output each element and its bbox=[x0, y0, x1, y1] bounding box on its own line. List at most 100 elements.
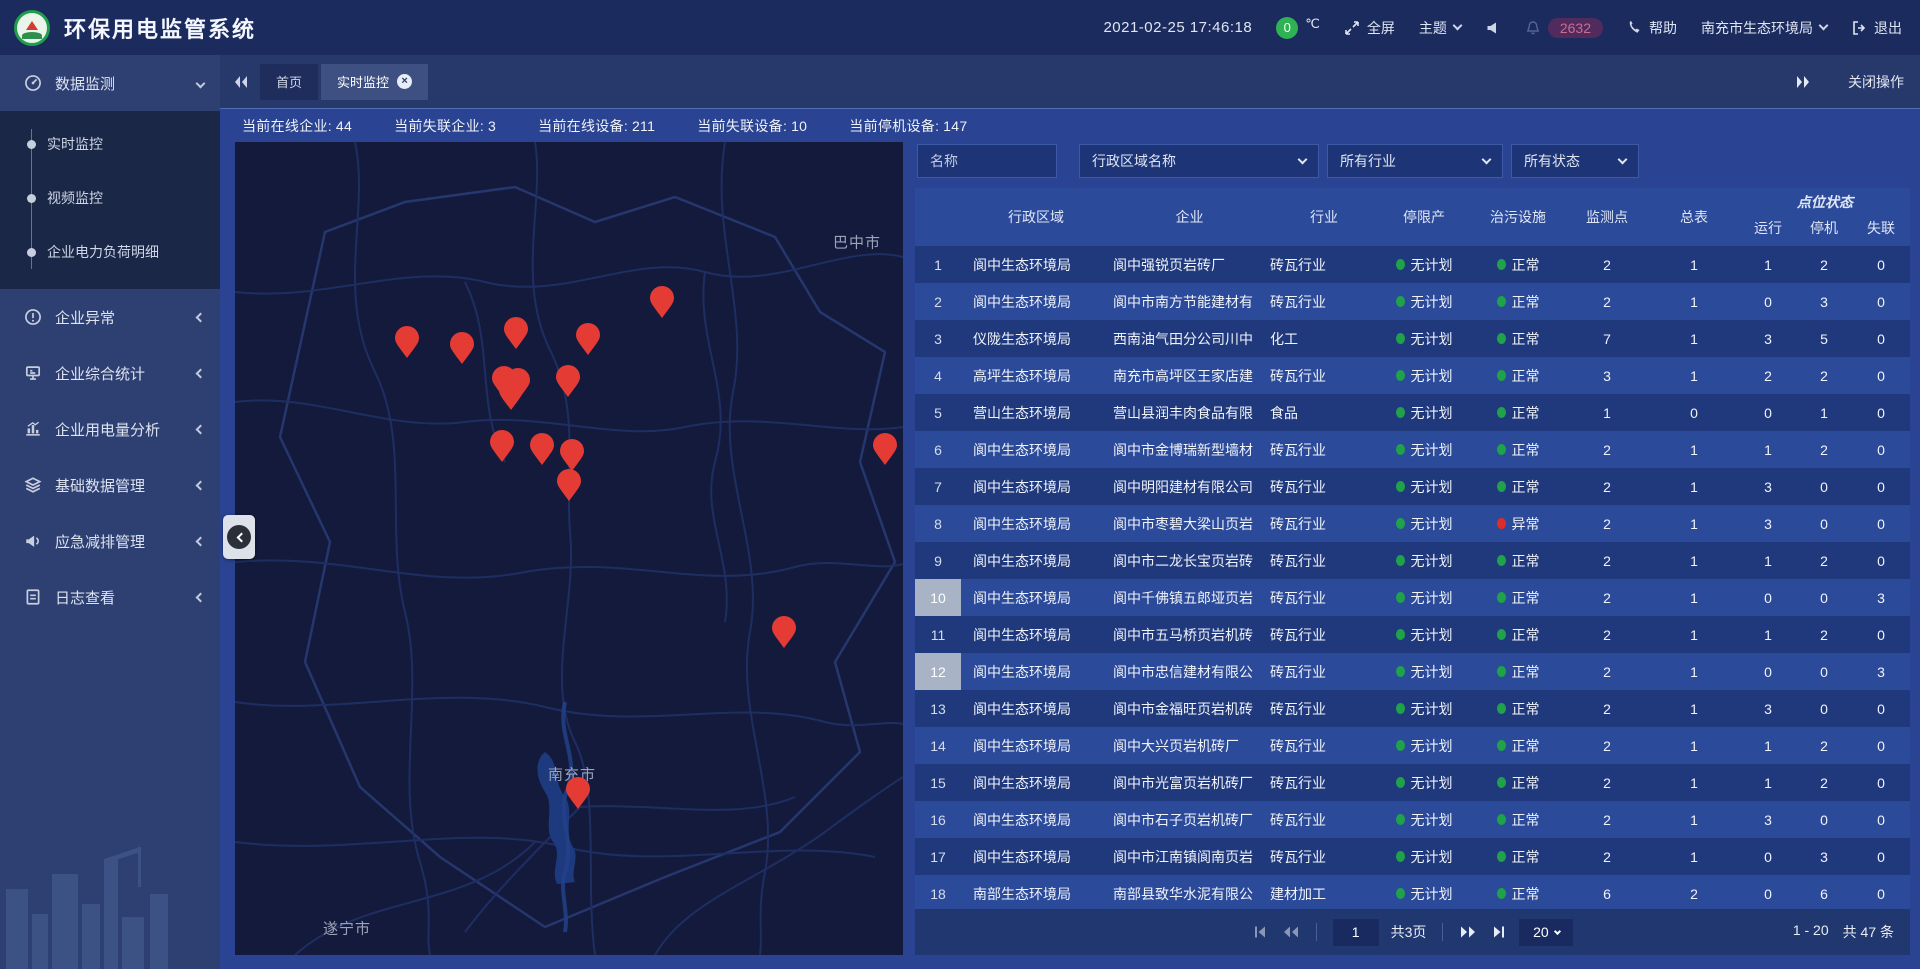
filter-bar: 行政区域名称 所有行业 所有状态 bbox=[917, 144, 1910, 178]
cell-stop: 1 bbox=[1796, 405, 1852, 421]
status-dot-icon bbox=[1396, 370, 1405, 381]
tab-home[interactable]: 首页 bbox=[260, 64, 318, 100]
page-number-input[interactable]: 1 bbox=[1333, 919, 1379, 946]
table-row[interactable]: 2 阆中生态环境局 阆中市南方节能建材有 砖瓦行业 无计划 正常 2 1 0 3… bbox=[915, 283, 1910, 320]
table-row[interactable]: 5 营山生态环境局 营山县润丰肉食品有限 食品 无计划 正常 1 0 0 1 0 bbox=[915, 394, 1910, 431]
sidebar-item-base-data[interactable]: 基础数据管理 bbox=[0, 457, 220, 513]
mute-button[interactable] bbox=[1485, 20, 1501, 36]
panel-collapse-handle[interactable] bbox=[223, 515, 255, 559]
status-dot-icon bbox=[1396, 740, 1405, 751]
status-dot-icon bbox=[1497, 444, 1506, 455]
status-dot-icon bbox=[1396, 703, 1405, 714]
cell-industry: 砖瓦行业 bbox=[1266, 514, 1378, 534]
map-pin[interactable] bbox=[575, 323, 601, 355]
cell-points: 2 bbox=[1566, 516, 1648, 532]
chevron-down-icon bbox=[1482, 154, 1492, 164]
map-pin[interactable] bbox=[489, 430, 515, 462]
map-pin[interactable] bbox=[565, 777, 591, 809]
app-title: 环保用电监管系统 bbox=[64, 12, 256, 44]
table-row[interactable]: 13 阆中生态环境局 阆中市金福旺页岩机砖 砖瓦行业 无计划 正常 2 1 3 … bbox=[915, 690, 1910, 727]
help-button[interactable]: 帮助 bbox=[1627, 18, 1677, 38]
status-dot-icon bbox=[1396, 407, 1405, 418]
close-operations-button[interactable]: 关闭操作 bbox=[1848, 72, 1904, 92]
status-dot-icon bbox=[1396, 592, 1405, 603]
sidebar-item-log-view[interactable]: 日志查看 bbox=[0, 569, 220, 625]
cell-index: 7 bbox=[915, 468, 961, 505]
sidebar: 数据监测 实时监控 视频监控 企业电力负荷明细 企业异常 企业综合统计 bbox=[0, 55, 220, 969]
cell-facility-status: 正常 bbox=[1470, 292, 1566, 312]
table-row[interactable]: 16 阆中生态环境局 阆中市石子页岩机砖厂 砖瓦行业 无计划 正常 2 1 3 … bbox=[915, 801, 1910, 838]
table-row[interactable]: 10 阆中生态环境局 阆中千佛镇五郎垭页岩 砖瓦行业 无计划 正常 2 1 0 … bbox=[915, 579, 1910, 616]
tabs-scroll-right-icon[interactable] bbox=[1794, 74, 1812, 90]
next-page-icon[interactable] bbox=[1459, 924, 1478, 940]
map-pin[interactable] bbox=[771, 616, 797, 648]
logout-button[interactable]: 退出 bbox=[1851, 18, 1902, 38]
org-dropdown[interactable]: 南充市生态环境局 bbox=[1701, 18, 1827, 38]
map-pin[interactable] bbox=[394, 326, 420, 358]
theme-dropdown[interactable]: 主题 bbox=[1419, 18, 1461, 38]
table-row[interactable]: 9 阆中生态环境局 阆中市二龙长宝页岩砖 砖瓦行业 无计划 正常 2 1 1 2… bbox=[915, 542, 1910, 579]
first-page-icon[interactable] bbox=[1252, 924, 1269, 940]
map-pin[interactable] bbox=[449, 332, 475, 364]
cell-run: 0 bbox=[1740, 849, 1796, 865]
datetime-text: 2021-02-25 17:46:18 bbox=[1103, 19, 1252, 36]
table-row[interactable]: 18 南部生态环境局 南部县致华水泥有限公 建材加工 无计划 正常 6 2 0 … bbox=[915, 875, 1910, 909]
sidebar-subitem-enterprise-load-detail[interactable]: 企业电力负荷明细 bbox=[0, 225, 220, 279]
table-row[interactable]: 17 阆中生态环境局 阆中市江南镇阆南页岩 砖瓦行业 无计划 正常 2 1 0 … bbox=[915, 838, 1910, 875]
name-filter-input[interactable] bbox=[930, 153, 1044, 169]
sidebar-subitem-video-monitor[interactable]: 视频监控 bbox=[0, 171, 220, 225]
cell-run: 3 bbox=[1740, 701, 1796, 717]
map-canvas[interactable]: 巴中市南充市遂宁市 bbox=[235, 142, 903, 955]
chevron-left-icon bbox=[196, 480, 206, 490]
tab-realtime-monitor[interactable]: 实时监控 × bbox=[321, 64, 428, 100]
table-row[interactable]: 3 仪陇生态环境局 西南油气田分公司川中 化工 无计划 正常 7 1 3 5 0 bbox=[915, 320, 1910, 357]
table-row[interactable]: 4 高坪生态环境局 南充市高坪区王家店建 砖瓦行业 无计划 正常 3 1 2 2… bbox=[915, 357, 1910, 394]
map-pin[interactable] bbox=[649, 286, 675, 318]
tabs-scroll-left-icon[interactable] bbox=[232, 74, 250, 90]
cell-region: 阆中生态环境局 bbox=[961, 773, 1099, 793]
cell-industry: 砖瓦行业 bbox=[1266, 440, 1378, 460]
cell-company: 阆中市金博瑞新型墙材 bbox=[1099, 440, 1266, 460]
status-filter-select[interactable]: 所有状态 bbox=[1511, 144, 1639, 178]
sidebar-subitem-label: 企业电力负荷明细 bbox=[47, 242, 159, 262]
table-row[interactable]: 1 阆中生态环境局 阆中强锐页岩砖厂 砖瓦行业 无计划 正常 2 1 1 2 0 bbox=[915, 246, 1910, 283]
name-filter-field[interactable] bbox=[917, 144, 1057, 178]
table-row[interactable]: 7 阆中生态环境局 阆中明阳建材有限公司 砖瓦行业 无计划 正常 2 1 3 0… bbox=[915, 468, 1910, 505]
sidebar-subitem-realtime-monitor[interactable]: 实时监控 bbox=[0, 117, 220, 171]
cell-limit-status: 无计划 bbox=[1378, 810, 1470, 830]
map-pin[interactable] bbox=[559, 439, 585, 471]
map-pin[interactable] bbox=[872, 433, 898, 465]
cell-facility-status: 正常 bbox=[1470, 662, 1566, 682]
table-row[interactable]: 8 阆中生态环境局 阆中市枣碧大梁山页岩 砖瓦行业 无计划 异常 2 1 3 0… bbox=[915, 505, 1910, 542]
table-row[interactable]: 11 阆中生态环境局 阆中市五马桥页岩机砖 砖瓦行业 无计划 正常 2 1 1 … bbox=[915, 616, 1910, 653]
map-pin[interactable] bbox=[555, 365, 581, 397]
sidebar-item-data-monitoring[interactable]: 数据监测 bbox=[0, 55, 220, 111]
notification-button[interactable]: 2632 bbox=[1525, 18, 1603, 38]
sidebar-item-emergency-reduction[interactable]: 应急减排管理 bbox=[0, 513, 220, 569]
status-dot-icon bbox=[1497, 296, 1506, 307]
region-filter-value: 行政区域名称 bbox=[1092, 151, 1176, 171]
last-page-icon[interactable] bbox=[1490, 924, 1507, 940]
page-size-select[interactable]: 20 bbox=[1519, 919, 1573, 946]
map-pin[interactable] bbox=[498, 378, 524, 410]
stat-item: 当前停机设备: 147 bbox=[849, 116, 967, 136]
tab-close-icon[interactable]: × bbox=[397, 74, 412, 89]
region-filter-select[interactable]: 行政区域名称 bbox=[1079, 144, 1319, 178]
prev-page-icon[interactable] bbox=[1281, 924, 1300, 940]
table-row[interactable]: 15 阆中生态环境局 阆中市光富页岩机砖厂 砖瓦行业 无计划 正常 2 1 1 … bbox=[915, 764, 1910, 801]
cell-industry: 砖瓦行业 bbox=[1266, 625, 1378, 645]
industry-filter-select[interactable]: 所有行业 bbox=[1327, 144, 1503, 178]
sidebar-item-enterprise-abnormal[interactable]: 企业异常 bbox=[0, 289, 220, 345]
table-row[interactable]: 14 阆中生态环境局 阆中大兴页岩机砖厂 砖瓦行业 无计划 正常 2 1 1 2… bbox=[915, 727, 1910, 764]
enterprise-table: 行政区域 企业 行业 停限产 治污设施 监测点 总表 点位状态 运行 停机 失联 bbox=[915, 188, 1910, 909]
table-row[interactable]: 6 阆中生态环境局 阆中市金博瑞新型墙材 砖瓦行业 无计划 正常 2 1 1 2… bbox=[915, 431, 1910, 468]
sidebar-item-enterprise-statistics[interactable]: 企业综合统计 bbox=[0, 345, 220, 401]
map-pin[interactable] bbox=[529, 433, 555, 465]
table-row[interactable]: 12 阆中生态环境局 阆中市忠信建材有限公 砖瓦行业 无计划 正常 2 1 0 … bbox=[915, 653, 1910, 690]
sidebar-item-electricity-analysis[interactable]: 企业用电量分析 bbox=[0, 401, 220, 457]
fullscreen-button[interactable]: 全屏 bbox=[1344, 18, 1395, 38]
cell-meters: 1 bbox=[1648, 738, 1740, 754]
map-pin[interactable] bbox=[556, 469, 582, 501]
cell-limit-status: 无计划 bbox=[1378, 773, 1470, 793]
map-pin[interactable] bbox=[503, 317, 529, 349]
